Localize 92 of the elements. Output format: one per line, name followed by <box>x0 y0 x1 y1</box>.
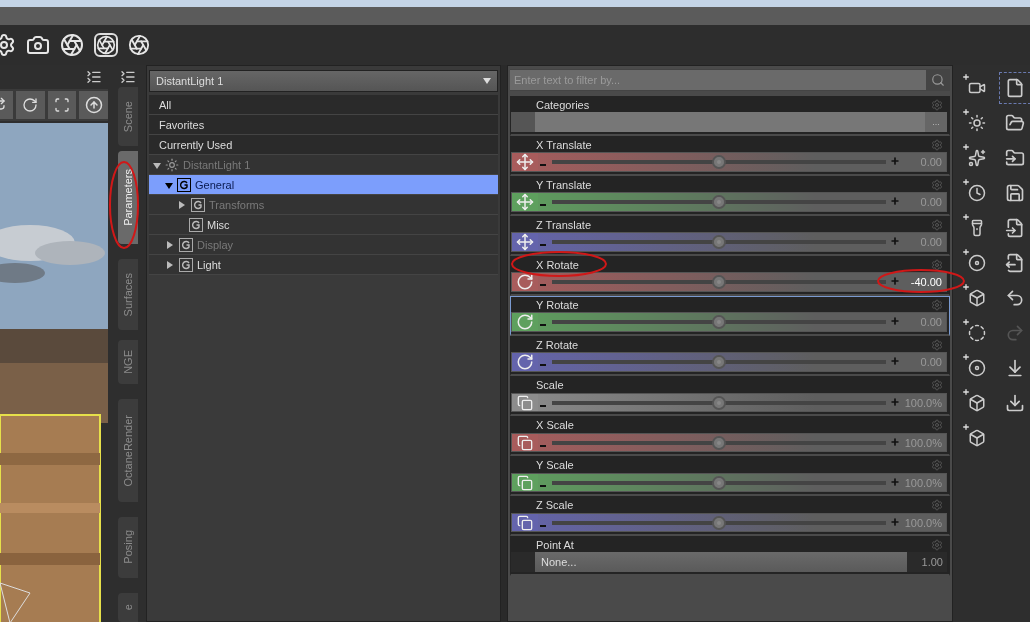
new-file-icon[interactable] <box>1000 73 1030 103</box>
slider-thumb[interactable] <box>712 395 726 410</box>
side-tab[interactable]: Parameters <box>118 150 138 244</box>
parameter-label: X Rotate <box>536 258 579 271</box>
tree-label: General <box>195 178 235 191</box>
parameter-label: X Translate <box>536 138 592 151</box>
value-text[interactable]: 100.0% <box>900 396 946 409</box>
side-tab[interactable]: Scene <box>118 87 138 146</box>
rotate-view-button[interactable] <box>15 91 45 119</box>
filter-item[interactable]: Favorites <box>149 115 498 135</box>
parameter-label: Z Translate <box>536 218 592 231</box>
tree-label: Misc <box>207 218 230 231</box>
node-dropdown[interactable]: DistantLight 1 <box>149 70 498 92</box>
frame-icon <box>53 97 70 113</box>
side-tab[interactable]: Posing <box>118 516 138 578</box>
scale-squares-icon <box>517 514 533 531</box>
tree-label: Light <box>197 258 221 271</box>
side-tab[interactable]: e <box>118 592 138 622</box>
side-tab[interactable]: Surfaces <box>118 259 138 330</box>
group-icon <box>189 217 203 232</box>
group-icon <box>177 177 191 192</box>
slider-bar[interactable]: 100.0% <box>511 513 947 532</box>
slider-bar[interactable]: 100.0% <box>511 433 947 452</box>
slider-thumb[interactable] <box>712 235 726 249</box>
aperture-icon[interactable] <box>94 33 118 57</box>
slider-thumb[interactable] <box>712 435 726 450</box>
scale-squares-icon <box>517 434 533 451</box>
slider-thumb[interactable] <box>712 315 726 329</box>
menu-icon[interactable] <box>86 69 102 85</box>
collapsed-arrow-icon[interactable] <box>167 260 173 269</box>
categories-field[interactable]: ... <box>511 112 947 132</box>
side-tab[interactable]: OctaneRender <box>118 398 138 502</box>
frame-button[interactable] <box>47 91 77 119</box>
tree-item[interactable]: Display <box>149 235 498 255</box>
value-text[interactable]: 100.0% <box>900 476 946 489</box>
parameter-label: Categories <box>536 98 590 111</box>
parameter-label: Point At <box>536 538 574 551</box>
group-icon <box>191 197 205 212</box>
tree-label: Transforms <box>209 198 265 211</box>
camera-icon[interactable] <box>26 33 50 57</box>
parameter-label: X Scale <box>536 419 574 431</box>
tree-label: Display <box>197 238 234 251</box>
scale-squares-icon <box>517 474 533 491</box>
slider-thumb[interactable] <box>712 275 726 289</box>
filter-item[interactable]: All <box>149 95 498 115</box>
tree-item[interactable]: Transforms <box>149 195 498 215</box>
node-picker[interactable]: None... <box>535 552 907 572</box>
group-icon <box>179 257 193 272</box>
group-icon <box>179 237 193 252</box>
value-text[interactable]: 1.00 <box>907 556 947 568</box>
parameter-label: Scale <box>536 379 564 391</box>
tree-item[interactable]: Light <box>149 255 498 275</box>
expand-arrow-icon[interactable] <box>153 163 161 169</box>
slider-thumb[interactable] <box>712 515 726 530</box>
side-tab[interactable]: NGE <box>118 339 138 384</box>
slider-thumb[interactable] <box>712 355 726 369</box>
filter-item[interactable]: Currently Used <box>149 135 498 155</box>
tree-item[interactable]: Misc <box>149 215 498 235</box>
parameter-label: Y Rotate <box>536 298 579 311</box>
move-arrows-icon <box>516 153 534 171</box>
rotate-icon <box>516 313 534 331</box>
parameter-label: Z Rotate <box>536 338 579 351</box>
gear-icon[interactable] <box>931 258 943 271</box>
tree-item[interactable]: DistantLight 1 <box>149 155 498 175</box>
parameter-label: Y Scale <box>536 459 574 471</box>
scale-squares-icon <box>517 394 533 411</box>
expand-arrow-icon[interactable] <box>165 183 173 189</box>
slider-bar[interactable]: 100.0% <box>511 393 947 412</box>
parameter-label: Z Scale <box>536 499 574 511</box>
value-text[interactable]: 100.0% <box>900 436 946 449</box>
tree-label: DistantLight 1 <box>183 158 251 171</box>
slider-thumb[interactable] <box>712 195 726 209</box>
collapsed-arrow-icon[interactable] <box>179 200 185 209</box>
menu-icon[interactable] <box>120 69 136 85</box>
move-arrows-icon <box>516 233 534 251</box>
light-rays-icon <box>165 157 179 172</box>
slider-thumb[interactable] <box>712 475 726 490</box>
aperture-icon[interactable] <box>128 34 150 56</box>
rotate-icon <box>516 353 534 371</box>
up-button[interactable] <box>79 91 108 119</box>
aperture-icon[interactable] <box>60 33 84 57</box>
collapsed-arrow-icon[interactable] <box>167 240 173 249</box>
move-arrows-icon <box>516 193 534 211</box>
parameter-label: Y Translate <box>536 178 592 191</box>
slider-bar[interactable]: 100.0% <box>511 473 947 492</box>
value-text[interactable]: 100.0% <box>900 516 946 529</box>
browse-button[interactable]: ... <box>925 112 947 132</box>
slider-thumb[interactable] <box>712 155 726 169</box>
slider-bar[interactable]: -40.00 <box>511 272 947 292</box>
tree-item[interactable]: General <box>149 175 498 195</box>
rotate-icon <box>22 97 39 113</box>
rotate-icon <box>516 273 534 291</box>
